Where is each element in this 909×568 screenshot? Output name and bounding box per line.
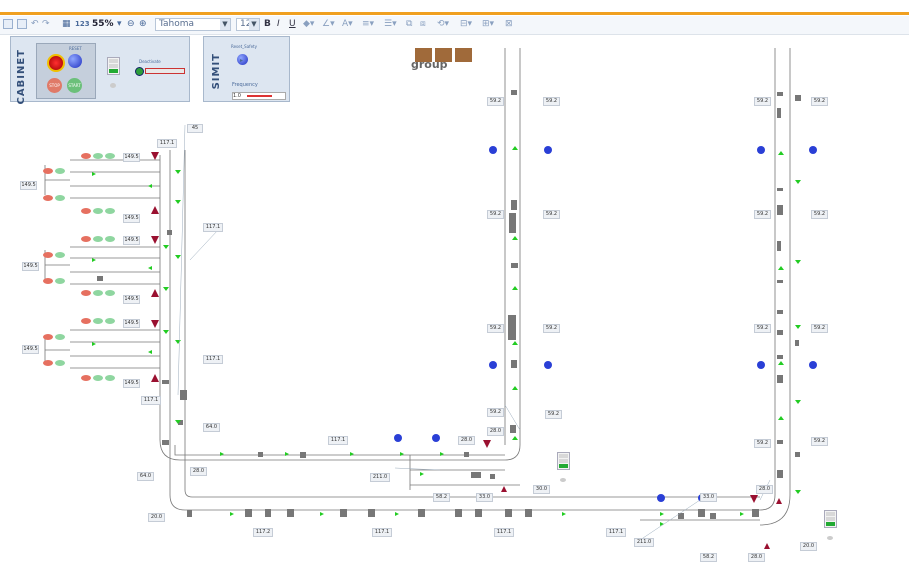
value-box: 30.0	[533, 485, 550, 494]
value-box: 117.1	[141, 396, 161, 405]
status-light-stack	[557, 452, 570, 470]
value-box: 20.0	[800, 542, 817, 551]
value-box: 28.0	[756, 485, 773, 494]
value-box: 59.2	[811, 437, 828, 446]
value-box: 149.5	[22, 262, 39, 271]
value-box: 33.0	[476, 493, 493, 502]
status-light-stack	[824, 510, 837, 528]
value-box: 64.0	[203, 423, 220, 432]
value-box: 149.5	[22, 345, 39, 354]
value-box: 59.2	[487, 97, 504, 106]
value-box: 28.0	[458, 436, 475, 445]
value-box: 20.0	[148, 513, 165, 522]
value-box: 59.2	[754, 210, 771, 219]
stack-base	[827, 536, 833, 540]
value-box: 59.2	[543, 97, 560, 106]
value-box: 59.2	[543, 210, 560, 219]
value-box: 149.5	[123, 236, 140, 245]
value-box: 149.5	[123, 214, 140, 223]
value-box: 59.2	[811, 324, 828, 333]
value-box: 117.1	[606, 528, 626, 537]
value-box: 59.2	[543, 324, 560, 333]
value-box: 64.0	[137, 472, 154, 481]
value-box: 117.1	[203, 355, 223, 364]
value-box: 117.1	[328, 436, 348, 445]
value-box: 58.2	[433, 493, 450, 502]
value-box: 33.0	[700, 493, 717, 502]
value-box: 59.2	[754, 97, 771, 106]
value-box: 149.5	[123, 319, 140, 328]
value-box: 211.0	[370, 473, 390, 482]
conveyor-diagram	[43, 48, 817, 549]
value-box: 149.5	[123, 153, 140, 162]
value-box: 28.0	[748, 553, 765, 562]
value-box: 28.0	[190, 467, 207, 476]
value-box: 59.2	[545, 410, 562, 419]
value-box: 59.2	[754, 439, 771, 448]
value-box: 59.2	[487, 210, 504, 219]
value-box: 211.0	[634, 538, 654, 547]
value-box: 59.2	[487, 324, 504, 333]
value-box: 45	[187, 124, 203, 133]
value-box: 58.2	[700, 553, 717, 562]
stack-base	[560, 478, 566, 482]
value-box: 59.2	[754, 324, 771, 333]
value-box: 28.0	[487, 427, 504, 436]
value-box: 117.1	[494, 528, 514, 537]
value-box: 149.5	[123, 379, 140, 388]
value-box: 117.1	[157, 139, 177, 148]
value-box: 149.5	[123, 295, 140, 304]
value-box: 59.2	[811, 97, 828, 106]
value-box: 117.2	[253, 528, 273, 537]
value-box: 59.2	[811, 210, 828, 219]
value-box: 117.1	[203, 223, 223, 232]
value-box: 117.1	[372, 528, 392, 537]
value-box: 59.2	[487, 408, 504, 417]
value-box: 149.5	[20, 181, 37, 190]
